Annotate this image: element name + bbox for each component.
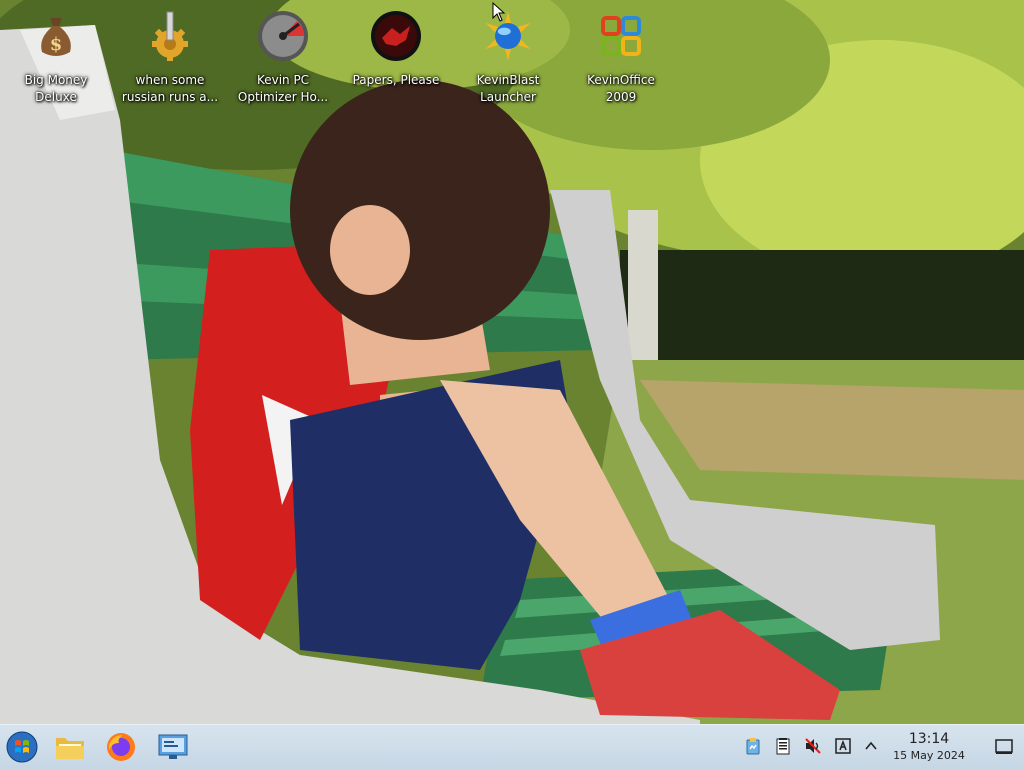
control-panel-button[interactable] bbox=[155, 729, 191, 765]
tray-keyboard-layout[interactable] bbox=[832, 735, 854, 757]
clock[interactable]: 13:14 15 May 2024 bbox=[874, 731, 984, 763]
folder-icon bbox=[56, 738, 84, 759]
firefox-button[interactable] bbox=[103, 729, 139, 765]
show-desktop-button[interactable] bbox=[984, 725, 1024, 769]
speaker-muted-icon bbox=[805, 738, 821, 754]
money-bag-icon: $ bbox=[30, 10, 82, 62]
clock-date: 15 May 2024 bbox=[893, 749, 965, 762]
start-button[interactable] bbox=[4, 729, 40, 765]
desktop-icon-kevinblast-launcher[interactable]: KevinBlast Launcher bbox=[456, 6, 560, 110]
svg-text:$: $ bbox=[50, 34, 63, 55]
tray-notes[interactable] bbox=[772, 735, 794, 757]
icon-label: when some russian runs a... bbox=[121, 73, 219, 104]
desktop-icon-kevinoffice-2009[interactable]: KevinOffice 2009 bbox=[569, 6, 673, 110]
firefox-icon bbox=[107, 733, 135, 761]
taskbar: 13:14 15 May 2024 bbox=[0, 724, 1024, 769]
icon-label: Papers, Please bbox=[352, 73, 440, 87]
icon-label: Big Money Deluxe bbox=[24, 73, 88, 104]
tray-volume-muted[interactable] bbox=[802, 735, 824, 757]
clock-time: 13:14 bbox=[908, 731, 950, 747]
mouse-cursor-icon bbox=[492, 2, 506, 22]
office-logo-icon bbox=[595, 10, 647, 62]
show-desktop-icon bbox=[995, 739, 1013, 754]
clipboard-icon bbox=[746, 738, 760, 755]
file-explorer-button[interactable] bbox=[52, 729, 88, 765]
notes-icon bbox=[776, 738, 790, 755]
keyboard-layout-icon bbox=[835, 738, 851, 754]
desktop-icon-russian-runs[interactable]: when some russian runs a... bbox=[118, 6, 222, 110]
tray-clipboard[interactable] bbox=[742, 735, 764, 757]
desktop-icon-papers-please[interactable]: Papers, Please bbox=[344, 6, 448, 110]
gear-icon bbox=[144, 10, 196, 62]
icon-label: Kevin PC Optimizer Ho... bbox=[237, 73, 329, 104]
red-emblem-icon bbox=[370, 10, 422, 62]
icon-label: KevinBlast Launcher bbox=[476, 73, 540, 104]
desktop-icon-kevin-pc-optimizer[interactable]: Kevin PC Optimizer Ho... bbox=[231, 6, 335, 110]
windows-orb-icon bbox=[6, 731, 38, 763]
blue-globe-burst-icon bbox=[482, 10, 534, 62]
monitor-settings-icon bbox=[158, 734, 188, 759]
icon-label: KevinOffice 2009 bbox=[587, 73, 655, 104]
speedometer-icon bbox=[257, 10, 309, 62]
desktop-icon-big-money-deluxe[interactable]: $ Big Money Deluxe bbox=[4, 6, 108, 110]
